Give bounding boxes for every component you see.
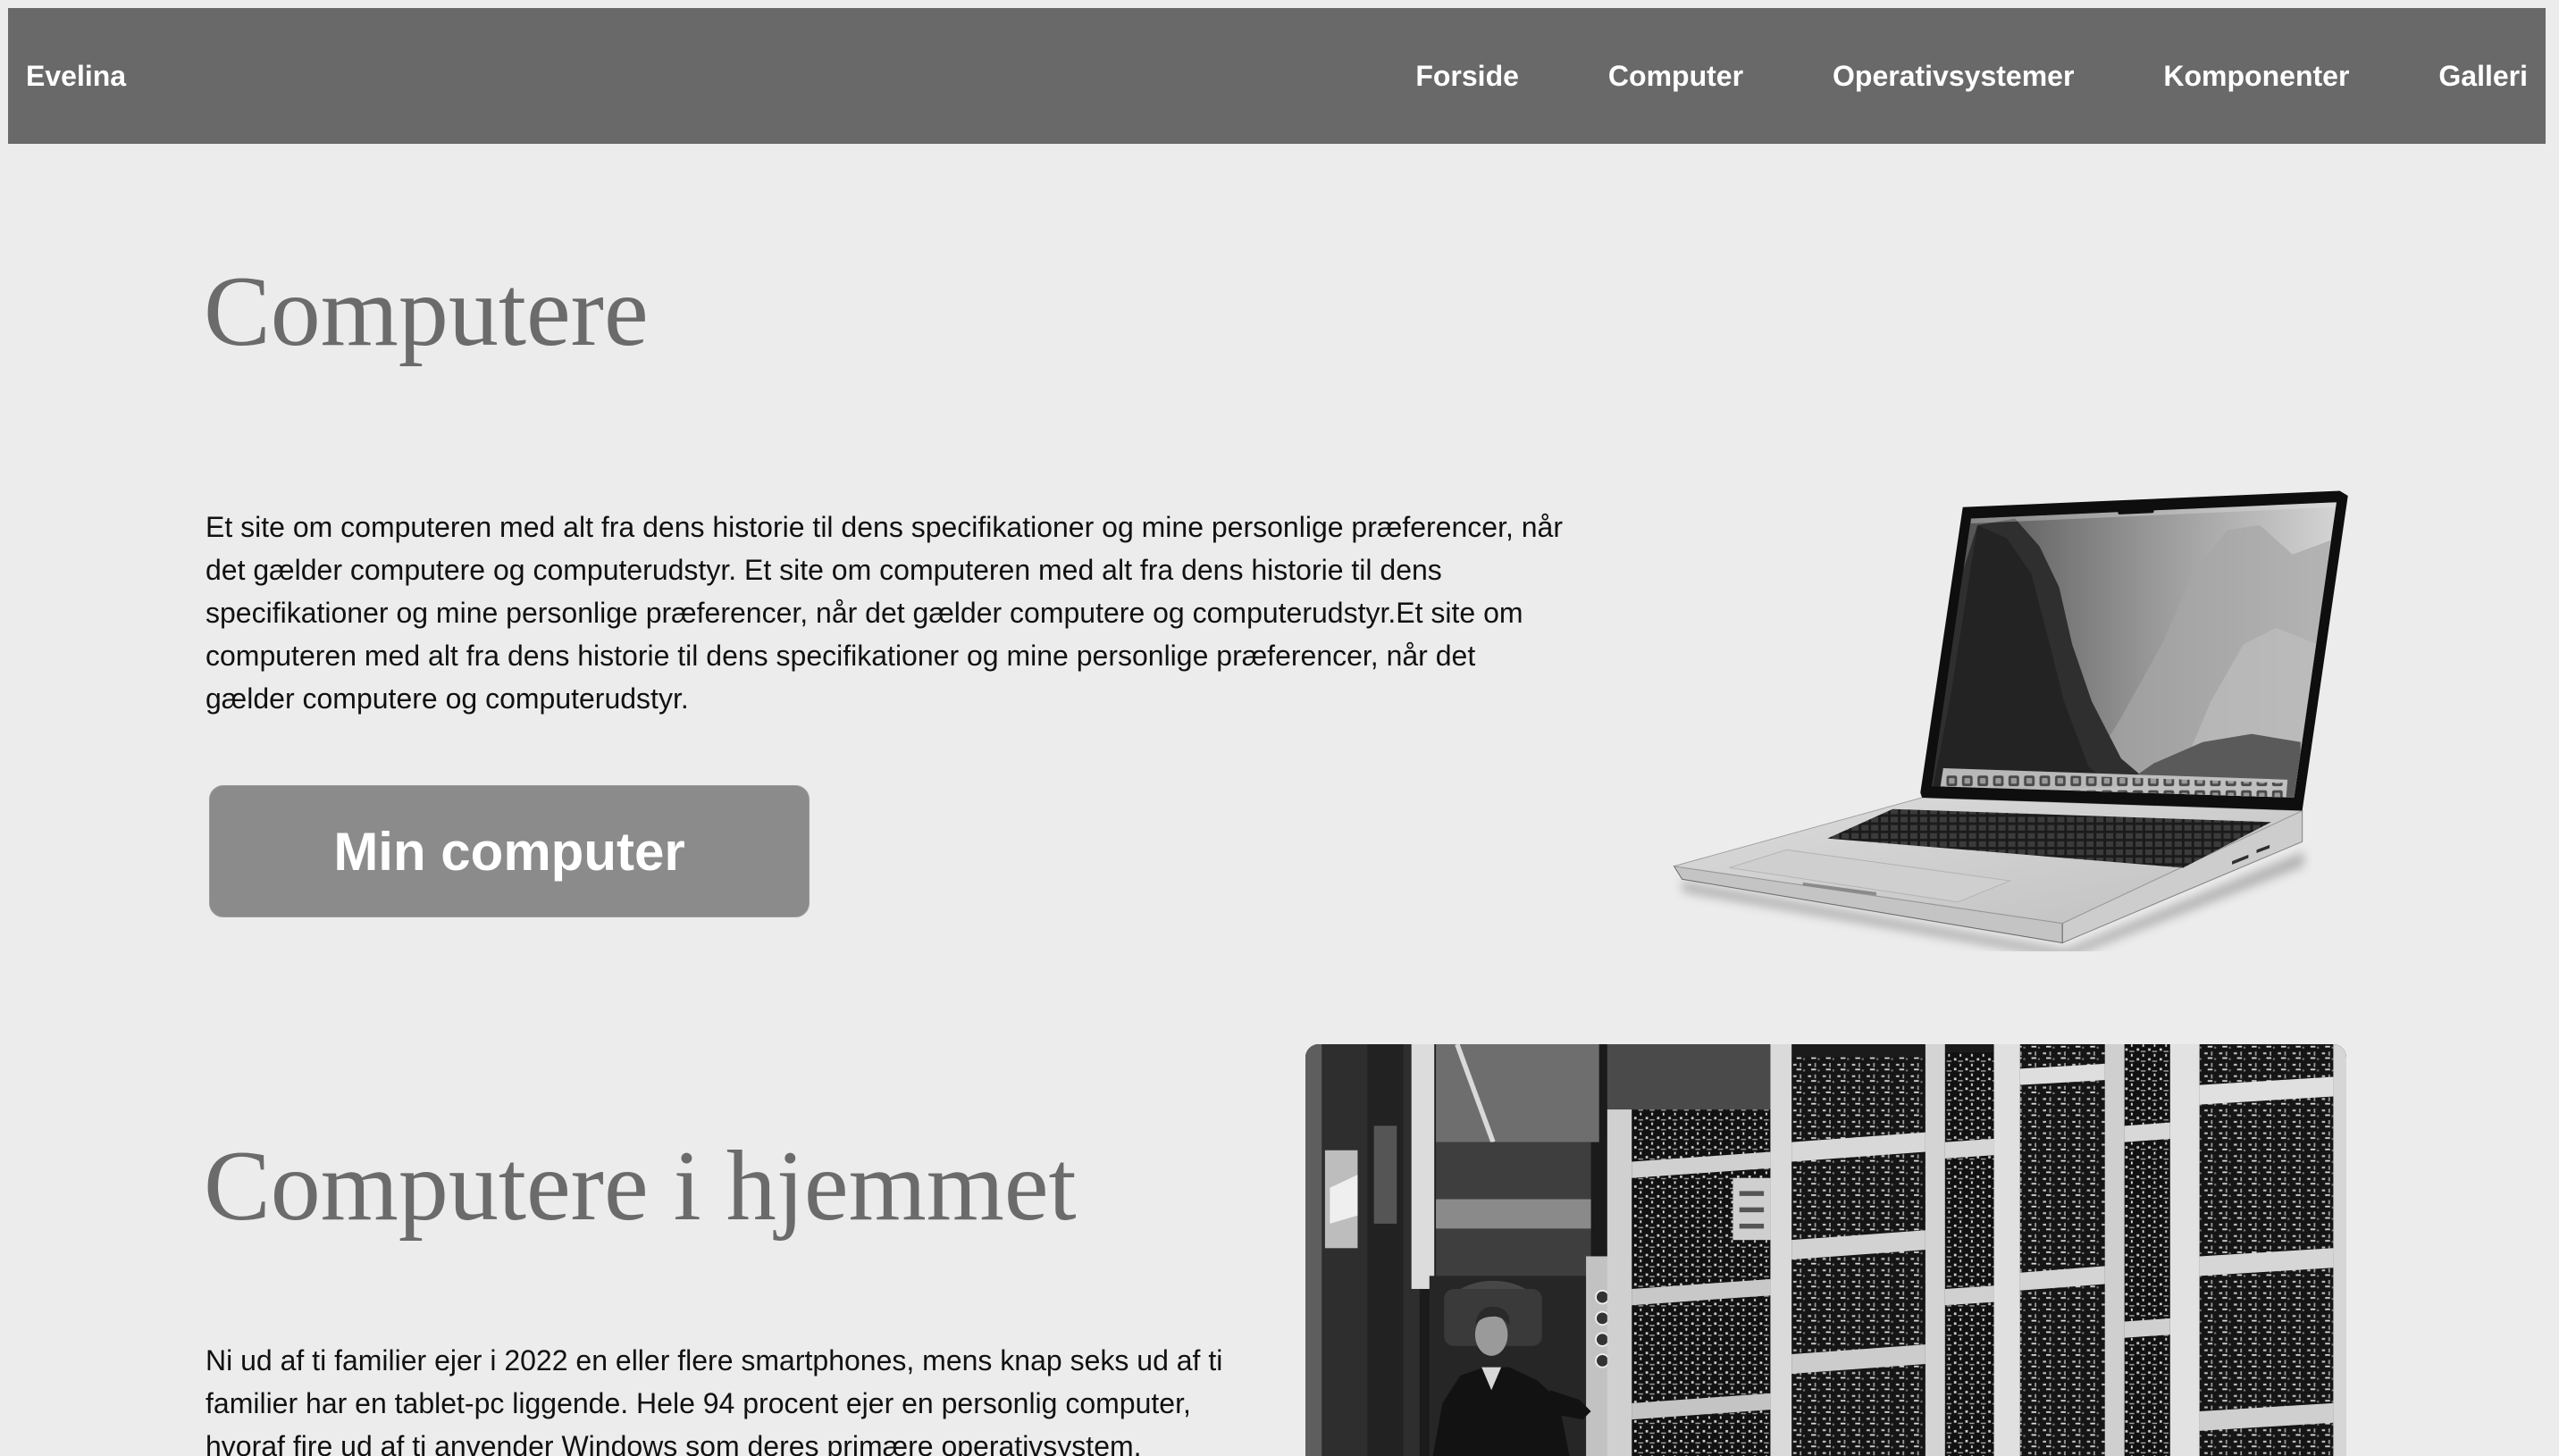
home-text: Ni ud af ti familier ejer i 2022 en elle… (206, 1344, 1223, 1456)
page-title: Computere (204, 256, 649, 367)
nav-links: Forside Computer Operativsystemer Kompon… (1415, 60, 2528, 93)
laptop-image (1673, 490, 2348, 951)
nav-link-galleri[interactable]: Galleri (2438, 60, 2528, 93)
vintage-computer-photo (1305, 1044, 2346, 1456)
nav-link-operativsystemer[interactable]: Operativsystemer (1833, 60, 2074, 93)
vintage-computer-photo-graphic (1305, 1044, 2346, 1456)
nav-link-forside[interactable]: Forside (1415, 60, 1519, 93)
section-title: Computere i hjemmet (204, 1131, 1077, 1242)
min-computer-button[interactable]: Min computer (209, 785, 810, 917)
nav-link-komponenter[interactable]: Komponenter (2163, 60, 2349, 93)
laptop-base (1673, 797, 2303, 944)
nav-link-computer[interactable]: Computer (1608, 60, 1743, 93)
brand-link[interactable]: Evelina (26, 60, 126, 93)
main-nav: Evelina Forside Computer Operativsysteme… (8, 8, 2546, 144)
computer-racks (1607, 1044, 2346, 1456)
intro-text: Et site om computeren med alt fra dens h… (206, 511, 1563, 715)
laptop-screen (1920, 490, 2348, 811)
